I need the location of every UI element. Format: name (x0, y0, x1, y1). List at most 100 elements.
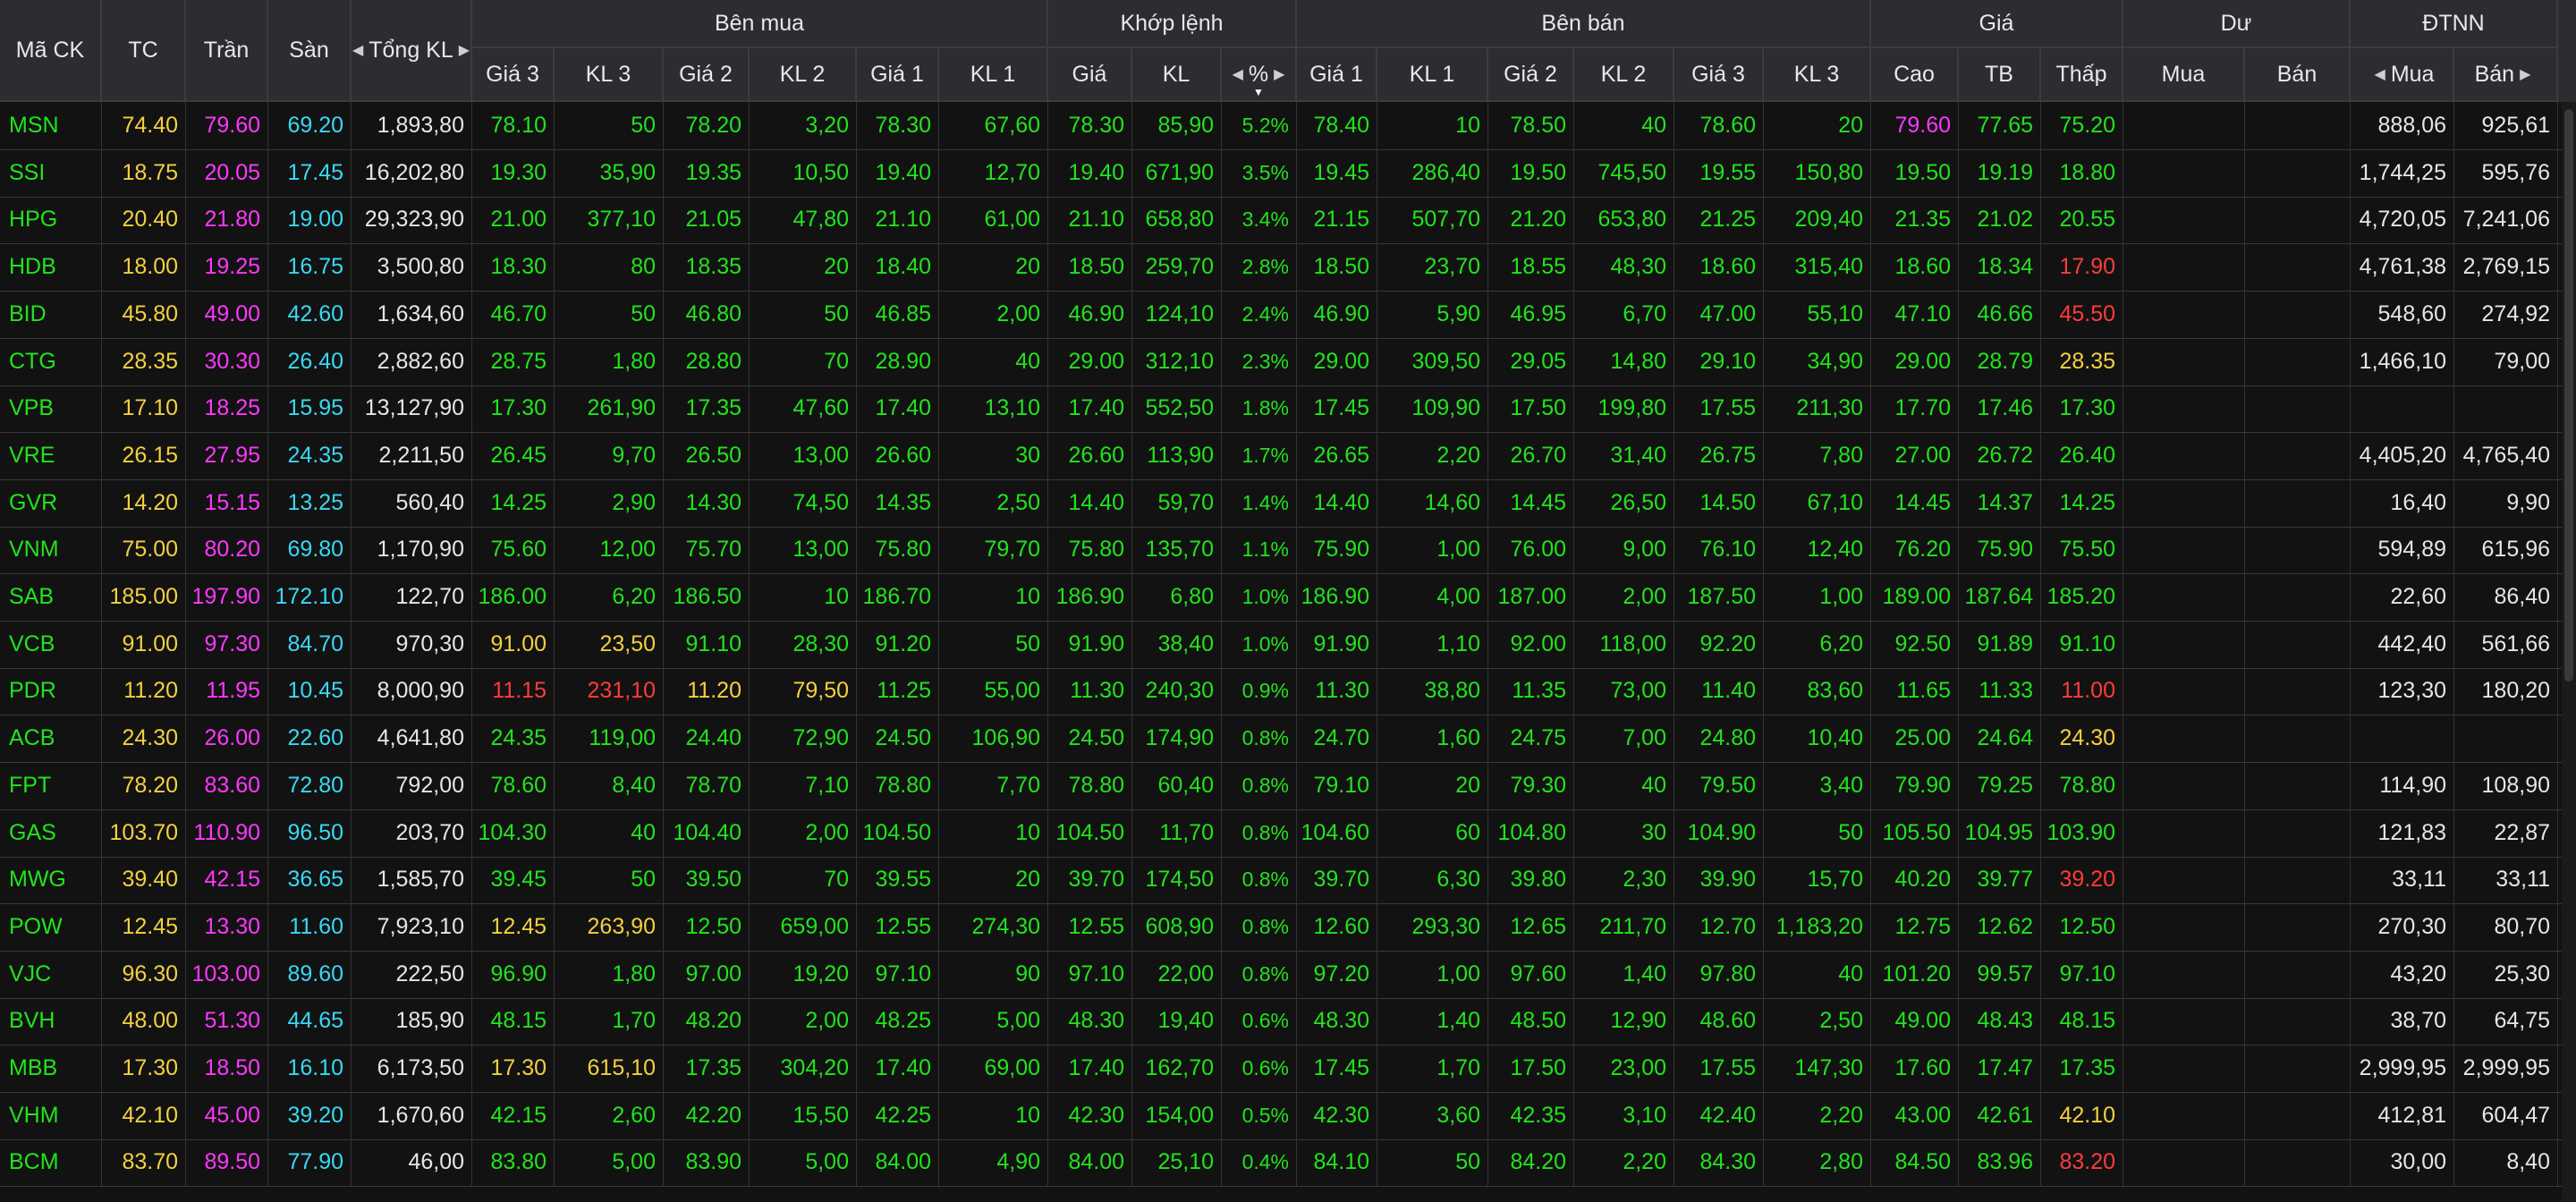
cell-symbol[interactable]: MBB (0, 1045, 102, 1092)
table-row[interactable]: SAB 185.00 197.90 172.10 122,70 186.00 6,20 186… (0, 573, 2576, 622)
group-du[interactable]: Dư (2123, 0, 2351, 48)
cell-symbol[interactable]: POW (0, 902, 102, 951)
cell-symbol[interactable]: HPG (0, 196, 102, 244)
cell-symbol[interactable]: VJC (0, 950, 102, 998)
table-row[interactable]: VHM 42.10 45.00 39.20 1,670,60 42.15 2,60 42.20… (0, 1091, 2576, 1140)
sub-du-ban[interactable]: Bán (2245, 48, 2351, 102)
cell-symbol[interactable]: SSI (0, 148, 102, 197)
cell-symbol[interactable]: BVH (0, 997, 102, 1045)
cell-san: 39.20 (268, 1091, 352, 1139)
cell-buy-gia2: 17.35 (664, 385, 750, 433)
vertical-scrollbar[interactable] (2562, 102, 2576, 1202)
sub-buy-gia1[interactable]: Giá 1 (857, 48, 939, 102)
col-tran[interactable]: Trần (186, 0, 268, 102)
sub-buy-kl1[interactable]: KL 1 (939, 48, 1048, 102)
cell-symbol[interactable]: BID (0, 290, 102, 338)
cell-symbol[interactable]: SAB (0, 573, 102, 621)
cell-symbol[interactable]: GAS (0, 808, 102, 857)
table-row[interactable]: GAS 103.70 110.90 96.50 203,70 104.30 40 104.40… (0, 808, 2576, 858)
group-khop-lenh[interactable]: Khớp lệnh (1048, 0, 1297, 48)
table-row[interactable]: POW 12.45 13.30 11.60 7,923,10 12.45 263,90 12.… (0, 902, 2576, 952)
table-row[interactable]: VRE 26.15 27.95 24.35 2,211,50 26.45 9,70 26.50… (0, 431, 2576, 480)
sub-buy-gia2[interactable]: Giá 2 (664, 48, 750, 102)
sub-cao[interactable]: Cao (1871, 48, 1959, 102)
table-row[interactable]: VJC 96.30 103.00 89.60 222,50 96.90 1,80 97.00 1… (0, 950, 2576, 999)
sub-sell-kl1[interactable]: KL 1 (1377, 48, 1488, 102)
sub-match-kl[interactable]: KL (1132, 48, 1222, 102)
cell-sell-kl2: 14,80 (1574, 337, 1674, 385)
table-row[interactable]: HPG 20.40 21.80 19.00 29,323,90 21.00 377,10 21… (0, 196, 2576, 245)
table-row[interactable]: VCB 91.00 97.30 84.70 970,30 91.00 23,50 91.10 2… (0, 620, 2576, 669)
table-row[interactable]: MSN 74.40 79.60 69.20 1,893,80 78.10 50 78.20 3,… (0, 102, 2576, 150)
sub-match-pct[interactable]: ◀% ▶ ▼ (1222, 48, 1297, 102)
cell-sell-kl1: 1,00 (1377, 950, 1488, 998)
sub-sell-gia3[interactable]: Giá 3 (1674, 48, 1764, 102)
cell-sell-kl2: 199,80 (1574, 385, 1674, 433)
sub-thap[interactable]: Thấp (2041, 48, 2123, 102)
cell-buy-kl3: 8,40 (555, 761, 664, 809)
table-row[interactable]: SSI 18.75 20.05 17.45 16,202,80 19.30 35,90 19.… (0, 148, 2576, 198)
cell-sell-kl3: 1,183,20 (1764, 902, 1871, 951)
cell-buy-kl1: 10 (939, 573, 1048, 621)
triangle-right-icon[interactable]: ▶ (2520, 65, 2530, 83)
triangle-left-icon[interactable]: ◀ (352, 41, 363, 59)
triangle-right-icon[interactable]: ▶ (459, 41, 470, 59)
group-ben-mua[interactable]: Bên mua (472, 0, 1048, 48)
group-gia[interactable]: Giá (1871, 0, 2123, 48)
table-row[interactable]: HDB 18.00 19.25 16.75 3,500,80 18.30 80 18.35 20… (0, 243, 2576, 292)
triangle-right-icon[interactable]: ▶ (1274, 65, 1284, 83)
table-row[interactable]: MWG 39.40 42.15 36.65 1,585,70 39.45 50 39.50 70… (0, 856, 2576, 905)
table-row[interactable]: VPB 17.10 18.25 15.95 13,127,90 17.30 261,90 17… (0, 385, 2576, 434)
col-tc[interactable]: TC (102, 0, 186, 102)
sub-buy-gia3[interactable]: Giá 3 (472, 48, 555, 102)
table-row[interactable]: VNM 75.00 80.20 69.80 1,170,90 75.60 12,00 75.7… (0, 526, 2576, 575)
cell-symbol[interactable]: FPT (0, 761, 102, 809)
col-symbol[interactable]: Mã CK (0, 0, 102, 102)
cell-symbol[interactable]: VCB (0, 620, 102, 668)
cell-buy-gia3: 91.00 (472, 620, 555, 668)
cell-symbol[interactable]: MWG (0, 856, 102, 904)
sub-buy-kl3[interactable]: KL 3 (555, 48, 664, 102)
sub-sell-kl3[interactable]: KL 3 (1764, 48, 1871, 102)
sub-nn-mua[interactable]: ◀ Mua (2351, 48, 2454, 102)
cell-symbol[interactable]: HDB (0, 243, 102, 292)
col-san[interactable]: Sàn (268, 0, 352, 102)
sub-du-mua[interactable]: Mua (2123, 48, 2245, 102)
cell-symbol[interactable]: VHM (0, 1091, 102, 1139)
sub-sell-gia1[interactable]: Giá 1 (1297, 48, 1377, 102)
table-row[interactable]: FPT 78.20 83.60 72.80 792,00 78.60 8,40 78.70 7,… (0, 761, 2576, 810)
scrollbar-thumb[interactable] (2564, 109, 2573, 681)
cell-san: 11.60 (268, 902, 352, 951)
cell-symbol[interactable]: VNM (0, 526, 102, 574)
cell-symbol[interactable]: VPB (0, 385, 102, 433)
group-ben-ban[interactable]: Bên bán (1297, 0, 1871, 48)
table-row[interactable]: PDR 11.20 11.95 10.45 8,000,90 11.15 231,10 11.… (0, 667, 2576, 716)
group-dtnn[interactable]: ĐTNN (2351, 0, 2558, 48)
sub-buy-kl2[interactable]: KL 2 (750, 48, 857, 102)
cell-symbol[interactable]: PDR (0, 667, 102, 715)
table-row[interactable]: BCM 83.70 89.50 77.90 46,00 83.80 5,00 83.90 5,0… (0, 1139, 2576, 1188)
sub-tb[interactable]: TB (1959, 48, 2041, 102)
sub-match-gia[interactable]: Giá (1048, 48, 1132, 102)
table-row[interactable]: CTG 28.35 30.30 26.40 2,882,60 28.75 1,80 28.80… (0, 337, 2576, 386)
table-row[interactable]: GVR 14.20 15.15 13.25 560,40 14.25 2,90 14.30 74… (0, 478, 2576, 528)
cell-symbol[interactable]: GVR (0, 478, 102, 527)
sub-nn-ban[interactable]: Bán ▶ (2454, 48, 2558, 102)
cell-symbol[interactable]: CTG (0, 337, 102, 385)
cell-cao: 17.70 (1871, 385, 1959, 433)
triangle-left-icon[interactable]: ◀ (2375, 65, 2385, 83)
cell-thap: 83.20 (2041, 1139, 2123, 1187)
table-row[interactable]: BID 45.80 49.00 42.60 1,634,60 46.70 50 46.80 50… (0, 290, 2576, 339)
cell-symbol[interactable]: MSN (0, 102, 102, 149)
cell-symbol[interactable]: BCM (0, 1139, 102, 1187)
triangle-left-icon[interactable]: ◀ (1233, 65, 1243, 83)
table-row[interactable]: BVH 48.00 51.30 44.65 185,90 48.15 1,70 48.20 2,… (0, 997, 2576, 1046)
sub-sell-kl2[interactable]: KL 2 (1574, 48, 1674, 102)
table-row[interactable]: MBB 17.30 18.50 16.10 6,173,50 17.30 615,10 17.… (0, 1045, 2576, 1093)
sub-sell-gia2[interactable]: Giá 2 (1488, 48, 1574, 102)
table-row[interactable]: ACB 24.30 26.00 22.60 4,641,80 24.35 119,00 24.… (0, 715, 2576, 764)
cell-symbol[interactable]: ACB (0, 715, 102, 763)
cell-symbol[interactable]: VRE (0, 431, 102, 479)
sort-down-icon[interactable]: ▼ (1253, 86, 1264, 98)
col-tong-kl[interactable]: ◀ Tổng KL ▶ (352, 0, 472, 102)
